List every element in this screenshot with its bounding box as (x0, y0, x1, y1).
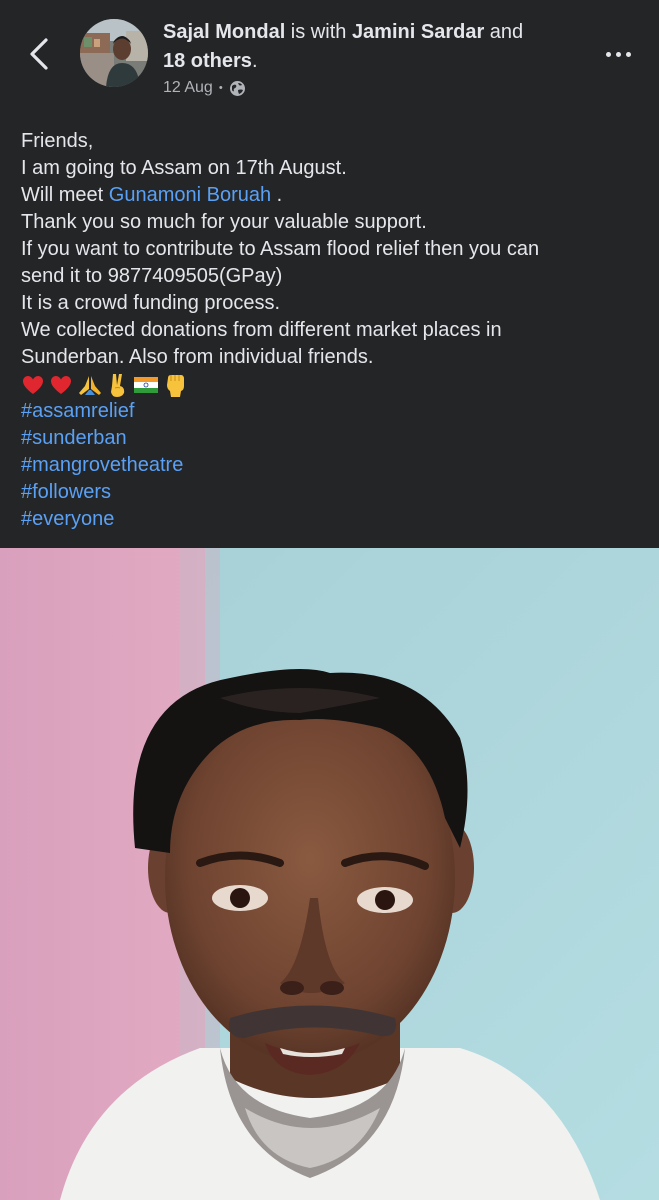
globe-icon[interactable] (229, 80, 246, 97)
red-heart-emoji (51, 375, 71, 394)
raised-fist-emoji (167, 374, 184, 397)
post-line: Friends, (21, 130, 94, 152)
post-line-suffix: . (271, 184, 283, 206)
post-header: Sajal Mondal is with Jamini Sardar and 1… (0, 0, 659, 112)
author-name[interactable]: Sajal Mondal (163, 21, 285, 43)
tagged-person-name[interactable]: Jamini Sardar (352, 21, 484, 43)
india-flag-emoji (134, 376, 158, 393)
post-line-prefix: Will meet (21, 184, 109, 206)
post-title: Sajal Mondal is with Jamini Sardar and 1… (163, 18, 583, 76)
more-dot (615, 51, 621, 57)
emoji-row (21, 371, 641, 398)
post-line: If you want to contribute to Assam flood… (21, 238, 540, 260)
post-line: It is a crowd funding process. (21, 292, 281, 314)
more-dot (625, 51, 631, 57)
hashtag-link[interactable]: #followers (21, 479, 641, 506)
post-line: I am going to Assam on 17th August. (21, 157, 347, 179)
mention-link[interactable]: Gunamoni Boruah (109, 184, 271, 206)
post-line: Thank you so much for your valuable supp… (21, 211, 427, 233)
hashtag-link[interactable]: #everyone (21, 506, 641, 533)
video-thumbnail[interactable] (0, 548, 659, 1200)
avatar[interactable] (80, 19, 148, 87)
hashtag-link[interactable]: #assamrelief (21, 398, 641, 425)
post-line: We collected donations from different ma… (21, 319, 502, 341)
hashtag-link[interactable]: #sunderban (21, 425, 641, 452)
post-line: Will meet Gunamoni Boruah . (21, 182, 641, 209)
with-text: is with (285, 21, 352, 43)
period-text: . (251, 50, 258, 72)
post-text: Friends, I am going to Assam on 17th Aug… (21, 128, 641, 533)
video-frame-image (0, 548, 659, 1200)
post-line: Sunderban. Also from individual friends. (21, 346, 374, 368)
more-horizontal-icon (605, 51, 611, 57)
meta-separator: • (218, 82, 223, 94)
chevron-left-icon (30, 38, 48, 70)
others-link[interactable]: 18 others (163, 50, 252, 72)
post-meta: 12 Aug • (163, 79, 246, 97)
victory-hand-emoji (111, 373, 125, 397)
red-heart-emoji (23, 375, 43, 394)
hashtag-link[interactable]: #mangrovetheatre (21, 452, 641, 479)
and-text: and (484, 21, 524, 43)
folded-hands-emoji (79, 375, 101, 395)
post-date[interactable]: 12 Aug (163, 79, 213, 97)
more-options-button[interactable] (598, 42, 638, 66)
back-button[interactable] (22, 30, 58, 78)
post-line: send it to 9877409505(GPay) (21, 265, 283, 287)
